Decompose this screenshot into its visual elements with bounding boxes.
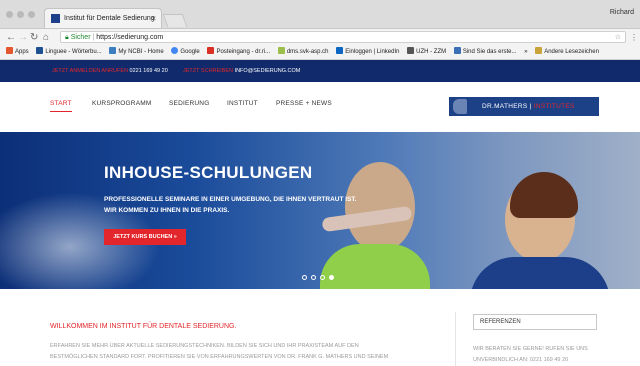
site-contact-bar: JETZT ANMELDEN ANRUFEN 0221 169 49 20 JE… (0, 60, 640, 82)
zoom-window-icon[interactable] (28, 11, 35, 18)
nav-sedierung[interactable]: SEDIERUNG (169, 100, 209, 107)
gmail-icon (207, 47, 215, 54)
logo-suffix: INSTITUTES (533, 103, 575, 110)
page-icon (453, 47, 461, 54)
carousel-dot[interactable] (311, 275, 316, 280)
apps-icon (6, 47, 13, 54)
nav-institut[interactable]: INSTITUT (227, 100, 258, 107)
logo-mark-icon (453, 99, 467, 114)
contact-callout: WIR BERATEN SIE GERNE! RUFEN SIE UNS UNV… (473, 346, 588, 363)
url-text: https://sedierung.com (96, 34, 164, 41)
ncbi-icon (109, 47, 117, 54)
bookmark-star-icon[interactable]: ☆ (615, 32, 621, 44)
linguee-icon (36, 47, 44, 54)
hero-photo-nurse-shirt (470, 257, 610, 289)
nav-presse-news[interactable]: PRESSE + NEWS (276, 100, 332, 107)
bookmark-gmail[interactable]: Posteingang - dr.ri... (207, 47, 270, 55)
browser-tab[interactable]: Institut für Dentale Sedierung × (44, 8, 162, 28)
secure-label: Sicher (70, 34, 91, 41)
menu-icon[interactable]: ⋮ (630, 31, 638, 44)
folder-icon (535, 47, 543, 54)
minimize-window-icon[interactable] (17, 11, 24, 18)
new-tab-button[interactable] (162, 14, 188, 27)
content-divider (455, 312, 456, 366)
lock-icon: 🔒︎ (65, 34, 69, 41)
google-icon (171, 47, 179, 54)
bookmark-uzh[interactable]: UZH - ZZM (407, 47, 446, 55)
carousel-dots (302, 273, 338, 282)
bookmark-dms[interactable]: dms.svk-asp.ch (277, 47, 329, 55)
logo-separator: | (529, 103, 532, 110)
logo-name: DR.MATHERS (482, 103, 528, 110)
bookmarks-bar: Apps Linguee - Wörterbu... My NCBI - Hom… (0, 46, 640, 60)
bookmark-ncbi[interactable]: My NCBI - Home (109, 47, 164, 55)
nav-kursprogramm[interactable]: KURSPROGRAMM (92, 100, 151, 107)
welcome-heading: WILLKOMMEN IM INSTITUT FÜR DENTALE SEDIE… (50, 323, 237, 330)
forward-icon[interactable]: → (18, 31, 28, 44)
tab-title: Institut für Dentale Sedierung (64, 15, 155, 22)
dms-icon (277, 47, 285, 54)
bookmark-linguee[interactable]: Linguee - Wörterbu... (36, 47, 102, 55)
main-navigation: START KURSPROGRAMM SEDIERUNG INSTITUT PR… (0, 82, 640, 132)
uzh-icon (407, 47, 415, 54)
carousel-dot-active[interactable] (329, 275, 334, 280)
profile-name[interactable]: Richard (610, 9, 634, 16)
tab-close-icon[interactable]: × (151, 9, 156, 28)
url-input[interactable]: 🔒︎ Sicher | https://sedierung.com ☆ (60, 31, 626, 43)
nav-start[interactable]: START (50, 100, 72, 112)
references-select[interactable]: REFERENZEN (473, 314, 597, 330)
address-bar-row: ← → ↻ ⌂ 🔒︎ Sicher | https://sedierung.co… (0, 29, 640, 46)
bookmark-sind-sie[interactable]: Sind Sie das erste... (453, 47, 517, 55)
hero-title: INHOUSE-SCHULUNGEN (104, 163, 313, 182)
hero-banner: INHOUSE-SCHULUNGEN PROFESSIONELLE SEMINA… (0, 132, 640, 289)
bookmark-other[interactable]: Andere Lesezeichen (535, 47, 599, 55)
bookmark-apps[interactable]: Apps (6, 47, 29, 55)
bookmarks-overflow[interactable]: » (524, 49, 527, 55)
page-content: WILLKOMMEN IM INSTITUT FÜR DENTALE SEDIE… (0, 289, 640, 366)
carousel-dot[interactable] (320, 275, 325, 280)
home-icon[interactable]: ⌂ (43, 31, 49, 44)
email-contact[interactable]: JETZT SCHREIBEN INFO@SEDIERUNG.COM (183, 60, 300, 82)
hero-photo-nurse-hair (510, 172, 578, 218)
bookmark-google[interactable]: Google (171, 47, 200, 55)
reload-icon[interactable]: ↻ (30, 31, 38, 44)
hero-subtitle: PROFESSIONELLE SEMINARE IN EINER UMGEBUN… (104, 196, 357, 214)
browser-tab-strip: Institut für Dentale Sedierung × Richard (0, 0, 640, 29)
bookmark-linkedin[interactable]: Einloggen | LinkedIn (336, 47, 399, 55)
close-window-icon[interactable] (6, 11, 13, 18)
phone-contact[interactable]: JETZT ANMELDEN ANRUFEN 0221 169 49 20 (52, 60, 168, 82)
welcome-text: ERFAHREN SIE MEHR ÜBER AKTUELLE SEDIERUN… (50, 343, 389, 360)
linkedin-icon (336, 47, 344, 54)
book-course-button[interactable]: JETZT KURS BUCHEN » (104, 229, 186, 245)
back-icon[interactable]: ← (6, 31, 16, 44)
site-logo[interactable]: DR.MATHERS | INSTITUTES (449, 97, 599, 116)
site-favicon-icon (51, 14, 60, 23)
hero-photo-patient-shirt (320, 244, 430, 289)
carousel-dot[interactable] (302, 275, 307, 280)
